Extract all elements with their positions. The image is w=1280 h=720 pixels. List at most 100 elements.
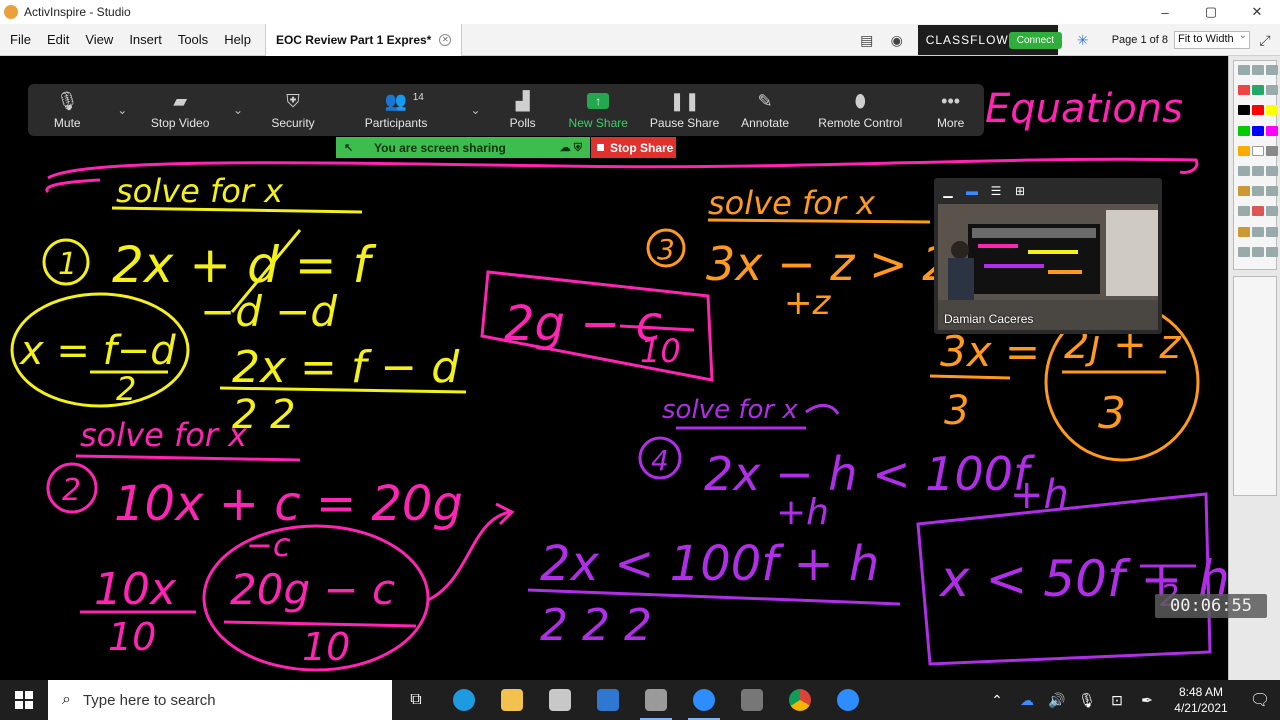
share-arrow-icon: ↑ (586, 90, 610, 112)
new-share-button[interactable]: ↑ New Share (554, 86, 642, 134)
heading-2: solve for x (80, 416, 248, 454)
edge-icon[interactable] (440, 680, 488, 720)
tool-button[interactable] (1252, 246, 1264, 257)
onedrive-icon[interactable]: ☁ (1012, 692, 1042, 709)
color-swatch[interactable] (1252, 145, 1264, 156)
speaker-view-icon[interactable]: ☰ (988, 183, 1004, 199)
mail-icon[interactable] (584, 680, 632, 720)
tool-button[interactable] (1266, 226, 1278, 237)
stop-video-button[interactable]: ▰ Stop Video (138, 86, 222, 134)
close-tab-icon[interactable]: ✕ (439, 33, 452, 46)
zoom-select[interactable]: Fit to Width (1174, 30, 1250, 49)
snowflake-icon[interactable]: ✳ (1072, 29, 1094, 51)
tool-button[interactable] (1238, 226, 1250, 237)
volume-icon[interactable]: 🔊 (1042, 692, 1072, 709)
task-view-icon[interactable]: ⧉ (392, 680, 440, 720)
menu-file[interactable]: File (0, 24, 39, 56)
taskbar-clock[interactable]: 8:48 AM 4/21/2021 (1162, 684, 1240, 716)
zoom-meetings-icon[interactable] (824, 680, 872, 720)
color-swatch[interactable] (1252, 105, 1264, 116)
tool-button[interactable] (1252, 165, 1264, 176)
microphone-icon: 🎙 (55, 90, 79, 111)
menu-tools[interactable]: Tools (170, 24, 216, 56)
video-options-caret-icon[interactable]: ⌄ (222, 86, 253, 134)
pen-workspace-icon[interactable]: ✒ (1132, 692, 1162, 709)
tool-button[interactable] (1252, 226, 1264, 237)
tool-button[interactable] (1238, 85, 1250, 96)
more-button[interactable]: ••• More (917, 86, 984, 134)
menu-help[interactable]: Help (216, 24, 259, 56)
color-swatch[interactable] (1266, 145, 1278, 156)
gallery-view-icon[interactable]: ⊞ (1012, 183, 1028, 199)
show-hidden-icons-icon[interactable]: ⌃ (982, 692, 1012, 709)
color-swatch[interactable] (1238, 125, 1250, 136)
network-icon[interactable]: ⊡ (1102, 692, 1132, 709)
menu-insert[interactable]: Insert (121, 24, 170, 56)
color-swatch[interactable] (1252, 125, 1264, 136)
tool-button[interactable] (1238, 186, 1250, 197)
activinspire-dashboard-icon[interactable]: ◉ (886, 29, 908, 51)
maximize-button[interactable]: ▢ (1188, 0, 1234, 24)
chrome-icon[interactable] (776, 680, 824, 720)
pen-icon: ✎ (757, 90, 773, 111)
browser-icon[interactable]: ▤ (856, 29, 878, 51)
menu-edit[interactable]: Edit (39, 24, 77, 56)
problem-2-divisor-left: 10 (108, 615, 156, 659)
minimize-video-icon[interactable]: ▁ (940, 183, 956, 199)
participants-button[interactable]: 👥 14 Participants (332, 86, 460, 134)
problem-2-answer: 2g − c (504, 296, 662, 352)
pause-share-button[interactable]: ❚❚ Pause Share (642, 86, 726, 134)
taskbar-search[interactable]: ⌕ Type here to search (48, 680, 392, 720)
stop-share-button[interactable]: Stop Share (591, 137, 676, 158)
store-icon[interactable] (536, 680, 584, 720)
audio-options-caret-icon[interactable]: ⌄ (107, 86, 138, 134)
color-swatch[interactable] (1266, 105, 1278, 116)
start-button[interactable] (0, 680, 48, 720)
tool-button[interactable] (1238, 65, 1250, 75)
zoom-taskbar-icon[interactable] (680, 680, 728, 720)
microphone-tray-icon[interactable]: 🎙 (1072, 692, 1102, 709)
problem-1-equation: 2x + d = f (112, 236, 377, 294)
document-tab[interactable]: EOC Review Part 1 Expres* ✕ (264, 23, 463, 56)
tool-button[interactable] (1252, 206, 1264, 217)
tool-button[interactable] (1238, 246, 1250, 257)
participants-options-caret-icon[interactable]: ⌄ (460, 86, 491, 134)
tool-button[interactable] (1238, 206, 1250, 217)
expand-icon[interactable]: ⤢ (1254, 29, 1276, 51)
tool-button[interactable] (1266, 85, 1278, 96)
security-button[interactable]: ⛨ Security (254, 86, 333, 134)
polls-button[interactable]: ▟ Polls (491, 86, 554, 134)
tool-button[interactable] (1266, 165, 1278, 176)
activinspire-taskbar-icon[interactable] (632, 680, 680, 720)
color-swatch[interactable] (1238, 145, 1250, 156)
remote-control-button[interactable]: ⬮ Remote Control (803, 86, 917, 134)
tool-button[interactable] (1252, 65, 1264, 75)
color-swatch[interactable] (1266, 125, 1278, 136)
menu-view[interactable]: View (77, 24, 121, 56)
active-speaker-view-icon[interactable]: ▬ (964, 183, 980, 199)
tool-button[interactable] (1238, 165, 1250, 176)
mute-label: Mute (53, 116, 81, 130)
notifications-icon[interactable]: 🗨 (1240, 690, 1280, 710)
screen-sharing-banner[interactable]: ↖ You are screen sharing ☁ ⛨ (336, 137, 590, 158)
participants-icon: 👥 (384, 90, 408, 111)
tool-button[interactable] (1266, 246, 1278, 257)
mute-button[interactable]: 🎙 Mute (28, 86, 107, 134)
problem-4-divide: 2x < 100f + h (540, 536, 879, 592)
tool-button[interactable] (1266, 206, 1278, 217)
camera-app-icon[interactable] (728, 680, 776, 720)
video-thumbnail-panel[interactable]: ▁ ▬ ☰ ⊞ Damian Caceres (934, 178, 1162, 334)
tool-button[interactable] (1266, 65, 1278, 75)
tool-button[interactable] (1266, 186, 1278, 197)
tool-button[interactable] (1252, 186, 1264, 197)
connect-button[interactable]: Connect (1008, 31, 1062, 49)
close-button[interactable]: ✕ (1234, 0, 1280, 24)
color-swatch[interactable] (1238, 105, 1250, 116)
pin-icon: ↖ (344, 142, 354, 154)
activinspire-logo-icon (4, 5, 18, 19)
problem-2-divide-mid: 20g − c (230, 565, 395, 614)
file-explorer-icon[interactable] (488, 680, 536, 720)
tool-button[interactable] (1252, 85, 1264, 96)
annotate-button[interactable]: ✎ Annotate (727, 86, 804, 134)
minimize-button[interactable]: – (1142, 0, 1188, 24)
